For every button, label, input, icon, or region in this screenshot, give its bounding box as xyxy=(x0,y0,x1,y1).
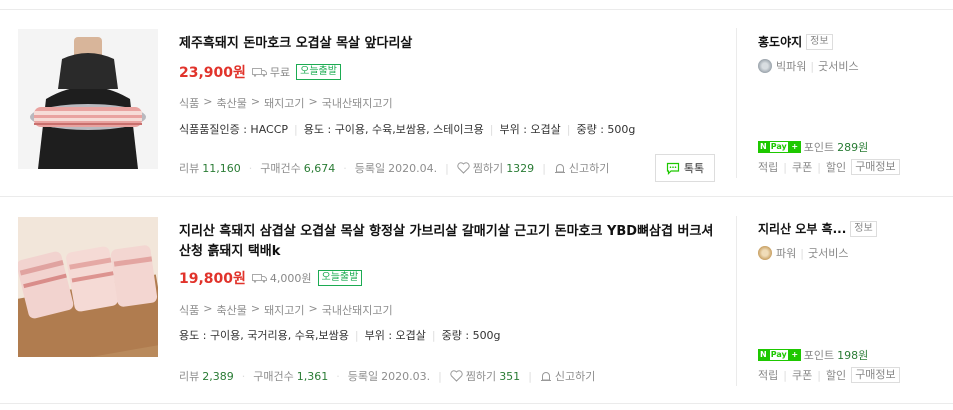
spec-item: 식품품질인증 : HACCP xyxy=(179,123,289,136)
shipping-text: 무료 xyxy=(269,66,291,79)
spec-item: 중량 : 500g xyxy=(576,123,636,136)
shipping-text: 4,000원 xyxy=(269,272,312,285)
product-thumbnail[interactable] xyxy=(18,29,158,169)
talk-label: 톡톡 xyxy=(683,162,705,175)
point-value: 289원 xyxy=(837,141,869,154)
mall-grade: 파워 | 굿서비스 xyxy=(758,245,948,261)
zzim-button[interactable]: 찜하기 351 xyxy=(450,368,520,384)
mall-info: 지리산 오부 흑... 정보 파워 | 굿서비스 xyxy=(758,218,948,261)
category-3[interactable]: 돼지고기 xyxy=(264,302,304,318)
npay-icon: N Pay + xyxy=(758,141,801,153)
earn-link[interactable]: 적립 xyxy=(758,367,778,383)
chevron-right-icon: > xyxy=(308,95,318,108)
meta-row: 리뷰 2,389 · 구매건수 1,361 · 등록일 2020.03. | 찜하기 3… xyxy=(179,368,596,384)
mall-name[interactable]: 지리산 오부 흑... xyxy=(758,220,846,237)
grade-label: 파워 xyxy=(776,247,797,260)
siren-icon xyxy=(540,372,551,381)
product-price: 23,900원 xyxy=(179,65,246,81)
truck-icon xyxy=(251,274,267,283)
product-thumbnail[interactable] xyxy=(18,217,158,357)
chevron-right-icon: > xyxy=(203,95,213,108)
purchase-count: 구매건수 6,674 xyxy=(260,161,336,176)
zzim-button[interactable]: 찜하기 1329 xyxy=(457,160,534,176)
siren-icon xyxy=(554,164,565,173)
report-button[interactable]: 신고하기 xyxy=(554,160,609,176)
meta-row: 리뷰 11,160 · 구매건수 6,674 · 등록일 2020.04. | 찜하기… xyxy=(179,160,610,176)
medal-icon xyxy=(758,59,772,73)
spec-item: 용도 : 구이용, 국거리용, 수육,보쌈용 xyxy=(179,329,349,342)
coupon-link[interactable]: 쿠폰 xyxy=(792,367,812,383)
category-1[interactable]: 식품 xyxy=(179,95,199,111)
spec-list: 식품품질인증 : HACCP | 용도 : 구이용, 수육,보쌈용, 스테이크용 |… xyxy=(179,122,636,137)
spec-item: 용도 : 구이용, 수육,보쌈용, 스테이크용 xyxy=(303,123,484,136)
medal-icon xyxy=(758,246,772,260)
mall-info-button[interactable]: 정보 xyxy=(850,220,877,237)
point-label: 포인트 xyxy=(803,349,835,362)
benefit-links: 적립 | 쿠폰 | 할인 구매정보 xyxy=(758,367,900,383)
shipping-fee: 4,000원 xyxy=(251,270,312,286)
review-link[interactable]: 리뷰 2,389 xyxy=(179,368,234,384)
chevron-right-icon: > xyxy=(308,302,318,315)
service-label: 굿서비스 xyxy=(807,247,849,260)
mall-info: 홍도야지 정보 빅파워 | 굿서비스 xyxy=(758,31,948,74)
discount-link[interactable]: 할인 xyxy=(826,159,846,175)
price-row: 19,800원 4,000원 오늘출발 xyxy=(179,268,363,288)
purchase-info-button[interactable]: 구매정보 xyxy=(851,367,900,383)
discount-link[interactable]: 할인 xyxy=(826,367,846,383)
report-button[interactable]: 신고하기 xyxy=(540,368,595,384)
service-label: 굿서비스 xyxy=(818,60,859,73)
mall-grade: 빅파워 | 굿서비스 xyxy=(758,58,948,74)
mall-name[interactable]: 홍도야지 xyxy=(758,33,802,50)
npay-icon: N Pay + xyxy=(758,349,801,361)
category-2[interactable]: 축산물 xyxy=(216,302,246,318)
product-title[interactable]: 지리산 흑돼지 삼겹살 오겹살 목살 항정살 가브리살 갈매기살 근고기 돈마호… xyxy=(179,222,719,262)
today-ship-badge: 오늘출발 xyxy=(296,64,341,80)
chevron-right-icon: > xyxy=(250,95,261,108)
product-price: 19,800원 xyxy=(179,271,246,287)
chevron-right-icon: > xyxy=(203,302,213,315)
heart-icon xyxy=(450,370,463,382)
npay-point: N Pay + 포인트 198원 xyxy=(758,347,868,363)
price-row: 23,900원 무료 오늘출발 xyxy=(179,62,341,82)
earn-link[interactable]: 적립 xyxy=(758,159,778,175)
category-4[interactable]: 국내산돼지고기 xyxy=(322,95,393,111)
category-3[interactable]: 돼지고기 xyxy=(264,95,304,111)
spec-item: 부위 : 오겹살 xyxy=(364,329,426,342)
purchase-info-button[interactable]: 구매정보 xyxy=(851,159,900,175)
coupon-link[interactable]: 쿠폰 xyxy=(792,159,812,175)
truck-icon xyxy=(251,68,267,77)
breadcrumb: 식품 > 축산물 > 돼지고기 > 국내산돼지고기 xyxy=(179,95,393,111)
breadcrumb: 식품 > 축산물 > 돼지고기 > 국내산돼지고기 xyxy=(179,302,393,318)
today-ship-badge: 오늘출발 xyxy=(317,270,363,286)
reg-date: 등록일 2020.04. xyxy=(354,161,438,176)
purchase-count: 구매건수 1,361 xyxy=(253,369,329,384)
npay-point: N Pay + 포인트 289원 xyxy=(758,139,868,155)
review-link[interactable]: 리뷰 11,160 xyxy=(179,160,241,176)
reg-date: 등록일 2020.03. xyxy=(347,369,431,384)
category-1[interactable]: 식품 xyxy=(179,302,199,318)
talktalk-button[interactable]: 톡톡 xyxy=(655,154,715,182)
point-value: 198원 xyxy=(837,349,869,362)
chat-icon xyxy=(666,162,679,175)
mall-info-button[interactable]: 정보 xyxy=(806,33,833,50)
shipping-fee: 무료 xyxy=(251,64,291,80)
product-title[interactable]: 제주흑돼지 돈마호크 오겹살 목살 앞다리살 xyxy=(179,34,719,54)
spec-item: 부위 : 오겹살 xyxy=(499,123,561,136)
heart-icon xyxy=(457,162,470,174)
benefit-links: 적립 | 쿠폰 | 할인 구매정보 xyxy=(758,159,900,175)
category-2[interactable]: 축산물 xyxy=(216,95,246,111)
category-4[interactable]: 국내산돼지고기 xyxy=(322,302,393,318)
spec-list: 용도 : 구이용, 국거리용, 수육,보쌈용 | 부위 : 오겹살 | 중량 : 5… xyxy=(179,328,501,343)
grade-label: 빅파워 xyxy=(776,60,807,73)
spec-item: 중량 : 500g xyxy=(441,329,501,342)
chevron-right-icon: > xyxy=(250,302,261,315)
point-label: 포인트 xyxy=(803,141,835,154)
